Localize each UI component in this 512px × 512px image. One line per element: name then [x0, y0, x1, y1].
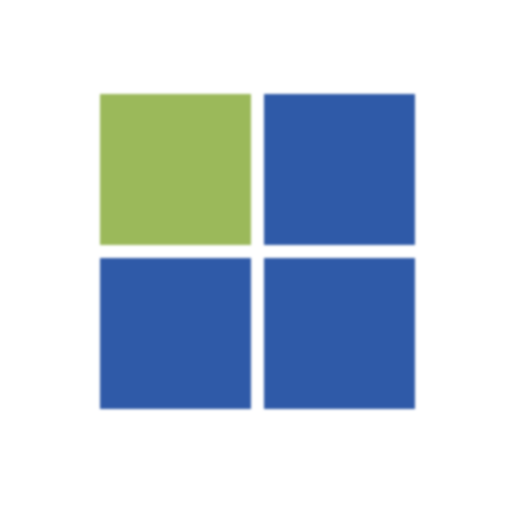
four-square-grid-logo-icon — [100, 94, 418, 412]
canvas — [0, 0, 512, 512]
tile-bottom-right — [264, 258, 415, 409]
tile-bottom-left — [100, 258, 251, 409]
tile-top-left — [100, 94, 251, 245]
tile-top-right — [264, 94, 415, 245]
